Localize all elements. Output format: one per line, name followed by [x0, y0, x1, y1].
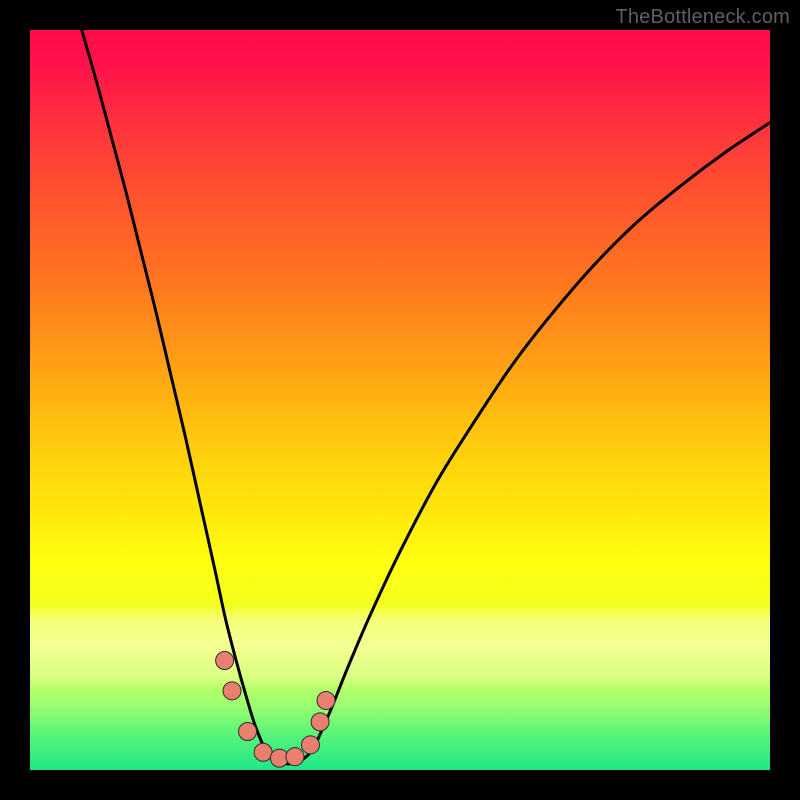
outer-frame: TheBottleneck.com: [0, 0, 800, 800]
data-point: [286, 748, 304, 766]
scatter-points: [216, 651, 335, 767]
data-point: [216, 651, 234, 669]
data-point: [301, 736, 319, 754]
watermark-text: TheBottleneck.com: [615, 6, 790, 29]
bottleneck-curve: [82, 30, 770, 764]
data-point: [239, 723, 257, 741]
data-point: [223, 682, 241, 700]
data-point: [254, 743, 272, 761]
chart-svg: [30, 30, 770, 770]
data-point: [317, 691, 335, 709]
curve-path: [82, 30, 770, 764]
plot-area: [30, 30, 770, 770]
data-point: [311, 713, 329, 731]
